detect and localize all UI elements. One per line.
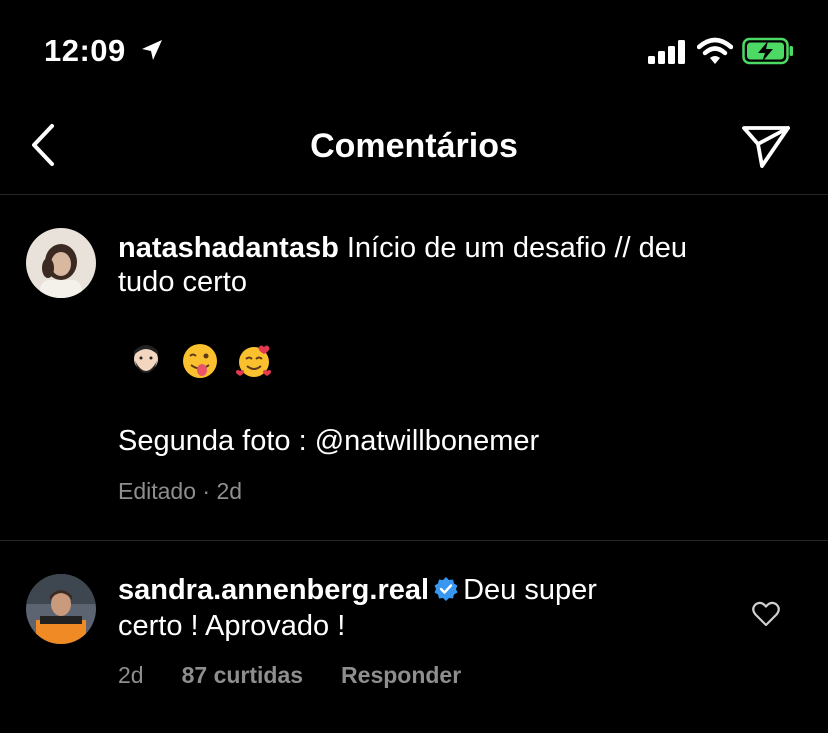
caption-text: natashadantasb Início de um desafio // d… (118, 230, 687, 266)
reply-button[interactable]: Responder (341, 662, 461, 689)
caption-username[interactable]: natashadantasb (118, 232, 339, 264)
emoji-row (126, 341, 274, 381)
comment-meta: 2d 87 curtidas Responder (118, 662, 461, 689)
comment-text: sandra.annenberg.real Deu super (118, 572, 597, 608)
caption-line1: Início de um desafio // deu (338, 232, 688, 264)
status-time: 12:09 (44, 33, 126, 68)
smiling-hearts-emoji (235, 345, 272, 377)
status-bar: 12:09 (0, 0, 828, 100)
page-title: Comentários (310, 127, 518, 165)
battery-charging-icon (742, 37, 793, 65)
winking-tongue-emoji (183, 344, 217, 378)
avatar[interactable] (26, 228, 96, 298)
caption-second-line: Segunda foto : @natwillbonemer (118, 425, 540, 457)
likes-count[interactable]: 87 curtidas (182, 662, 303, 689)
header-bar: Comentários (0, 100, 828, 195)
comment-username[interactable]: sandra.annenberg.real (118, 574, 429, 606)
caption-meta: Editado · 2d (118, 478, 243, 504)
location-arrow-icon (142, 40, 162, 60)
wifi-icon (697, 37, 733, 64)
verified-badge-icon (434, 577, 458, 601)
signal-icon (648, 40, 685, 64)
comment-line1: Deu super (463, 574, 597, 606)
heart-icon[interactable] (752, 601, 780, 627)
comment-item: sandra.annenberg.real Deu super certo ! … (0, 541, 828, 733)
post-caption: natashadantasb Início de um desafio // d… (0, 195, 828, 541)
avatar[interactable] (26, 574, 96, 644)
caption-line2: tudo certo (118, 266, 247, 298)
comment-time: 2d (118, 662, 144, 688)
paper-plane-icon[interactable] (740, 122, 792, 170)
man-beard-emoji (134, 345, 158, 373)
comment-line2: certo ! Aprovado ! (118, 610, 346, 642)
